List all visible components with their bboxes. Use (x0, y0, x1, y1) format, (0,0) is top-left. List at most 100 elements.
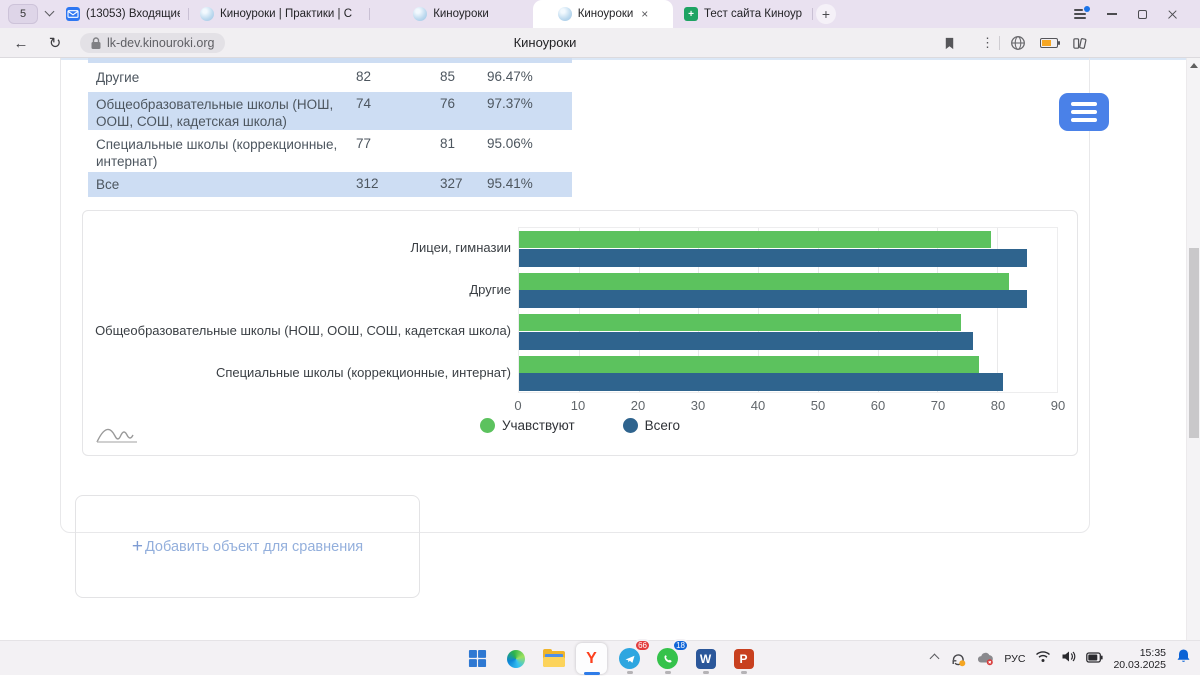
row-value-percent: 95.41% (487, 176, 533, 191)
close-tab-icon[interactable]: × (641, 7, 648, 21)
file-explorer-button[interactable] (538, 643, 569, 674)
restore-icon (1138, 10, 1147, 19)
tab-count-button[interactable]: 5 (8, 4, 38, 24)
browser-tab-bar: 5 (13053) Входящие — Рам Киноуроки | Пра… (0, 0, 1200, 28)
word-button[interactable]: W (690, 643, 721, 674)
powerpoint-button[interactable]: P (728, 643, 759, 674)
page-scrollbar[interactable] (1186, 58, 1200, 640)
add-comparison-card[interactable]: + Добавить объект для сравнения (75, 495, 420, 598)
collections-button[interactable] (1072, 35, 1087, 51)
tab-kinouroki-active[interactable]: Киноуроки × (533, 0, 673, 28)
tab-title: (13053) Входящие — Рам (86, 8, 180, 20)
close-window-button[interactable] (1160, 0, 1184, 28)
telegram-button[interactable]: 66 (614, 643, 645, 674)
volume-icon[interactable] (1061, 650, 1076, 668)
chart-card: Лицеи, гимназииДругиеОбщеобразовательные… (82, 210, 1078, 456)
windows-icon (468, 649, 487, 668)
globe-favicon (558, 7, 572, 21)
battery-extension-icon (1040, 38, 1058, 48)
language-indicator[interactable]: РУС (1004, 653, 1025, 665)
table-row: Специальные школы (коррекционные, интерн… (88, 132, 572, 171)
battery-icon[interactable] (1086, 650, 1103, 668)
minimize-button[interactable] (1100, 0, 1124, 28)
row-label: Специальные школы (коррекционные, интерн… (96, 136, 350, 170)
row-value-total: 327 (440, 176, 463, 191)
row-value-total: 85 (440, 69, 455, 84)
tabs-dropdown-icon[interactable] (45, 7, 55, 17)
whatsapp-button[interactable]: 18 (652, 643, 683, 674)
globe-favicon (413, 7, 427, 21)
tab-kinouroki-2[interactable]: Киноуроки (372, 0, 530, 28)
row-label: Все (96, 176, 350, 193)
start-button[interactable] (462, 643, 493, 674)
x-tick-label: 40 (751, 398, 765, 413)
whatsapp-badge: 18 (672, 639, 689, 652)
x-tick-label: 0 (514, 398, 521, 413)
row-value-total: 76 (440, 96, 455, 111)
yandex-browser-button[interactable]: Y (576, 643, 607, 674)
table-row: Все 312 327 95.41% (88, 172, 572, 197)
restore-button[interactable] (1130, 0, 1154, 28)
taskbar-clock[interactable]: 15:35 20.03.2025 (1113, 647, 1166, 671)
cloud-tray-icon[interactable] (976, 651, 994, 666)
legend-dot-blue (623, 418, 638, 433)
globe-favicon (200, 7, 214, 21)
legend-item-total[interactable]: Всего (623, 418, 680, 433)
telegram-badge: 66 (634, 639, 651, 652)
tab-separator (369, 8, 370, 20)
tray-expand-icon[interactable] (930, 654, 940, 664)
page-title: Киноуроки (0, 35, 1090, 50)
chart-category-labels: Лицеи, гимназииДругиеОбщеобразовательные… (83, 227, 515, 393)
tab-separator (188, 8, 189, 20)
add-comparison-label: Добавить объект для сравнения (145, 539, 363, 555)
bar-group (519, 228, 1057, 270)
tab-test-site[interactable]: + Тест сайта Киноуроки - G (676, 0, 810, 28)
yandex-icon: Y (586, 650, 597, 668)
table-row-partial (88, 58, 572, 63)
legend-item-participating[interactable]: Учавствуют (480, 418, 575, 433)
extensions-more-button[interactable]: ⋮ (981, 35, 994, 51)
battery-saver-extension-button[interactable] (1040, 35, 1058, 51)
sync-tray-icon[interactable] (950, 651, 966, 667)
scrollbar-up-icon[interactable] (1190, 63, 1198, 68)
screen: 5 (13053) Входящие — Рам Киноуроки | Пра… (0, 0, 1200, 675)
x-tick-label: 60 (871, 398, 885, 413)
browser-menu-button[interactable] (1068, 0, 1092, 28)
plot-area (518, 227, 1058, 393)
bookmark-button[interactable] (943, 35, 956, 51)
windows-taskbar: Y 66 18 W P (0, 640, 1200, 675)
floating-menu-button[interactable] (1059, 93, 1109, 131)
bar-participating (519, 231, 991, 248)
scrollbar-thumb[interactable] (1189, 248, 1199, 438)
folder-icon (543, 651, 565, 667)
hamburger-icon (1071, 102, 1097, 106)
new-tab-button[interactable]: + (816, 4, 836, 24)
minimize-icon (1107, 13, 1117, 15)
bar-group (519, 353, 1057, 395)
tab-separator (812, 8, 813, 20)
category-label: Специальные школы (коррекционные, интерн… (83, 352, 515, 394)
browser-toolbar: ← ↻ lk-dev.kinouroki.org Киноуроки ⋮ 2 (0, 28, 1200, 58)
sheets-icon: + (684, 7, 698, 21)
tab-title: Киноуроки (578, 8, 634, 20)
table-row: Другие 82 85 96.47% (88, 65, 572, 90)
category-label: Другие (83, 269, 515, 311)
globe-icon (1010, 35, 1026, 51)
bar-group (519, 270, 1057, 312)
tab-kinouroki-praktiki[interactable]: Киноуроки | Практики | С (192, 0, 368, 28)
translate-button[interactable] (1010, 35, 1026, 51)
browser-menu-icon (1074, 9, 1086, 19)
tab-title: Тест сайта Киноуроки - G (704, 8, 802, 20)
row-value-total: 81 (440, 136, 455, 151)
bar-participating (519, 273, 1009, 290)
chart-watermark-icon (95, 423, 141, 445)
row-value-participating: 312 (356, 176, 379, 191)
mail-icon (66, 7, 80, 21)
notification-bell-icon[interactable] (1176, 648, 1191, 669)
downloads-button[interactable]: 2 (1102, 35, 1200, 51)
row-value-participating: 74 (356, 96, 371, 111)
tab-inbox[interactable]: (13053) Входящие — Рам (58, 0, 188, 28)
row-value-participating: 77 (356, 136, 371, 151)
wifi-icon[interactable] (1035, 650, 1051, 668)
edge-button[interactable] (500, 643, 531, 674)
